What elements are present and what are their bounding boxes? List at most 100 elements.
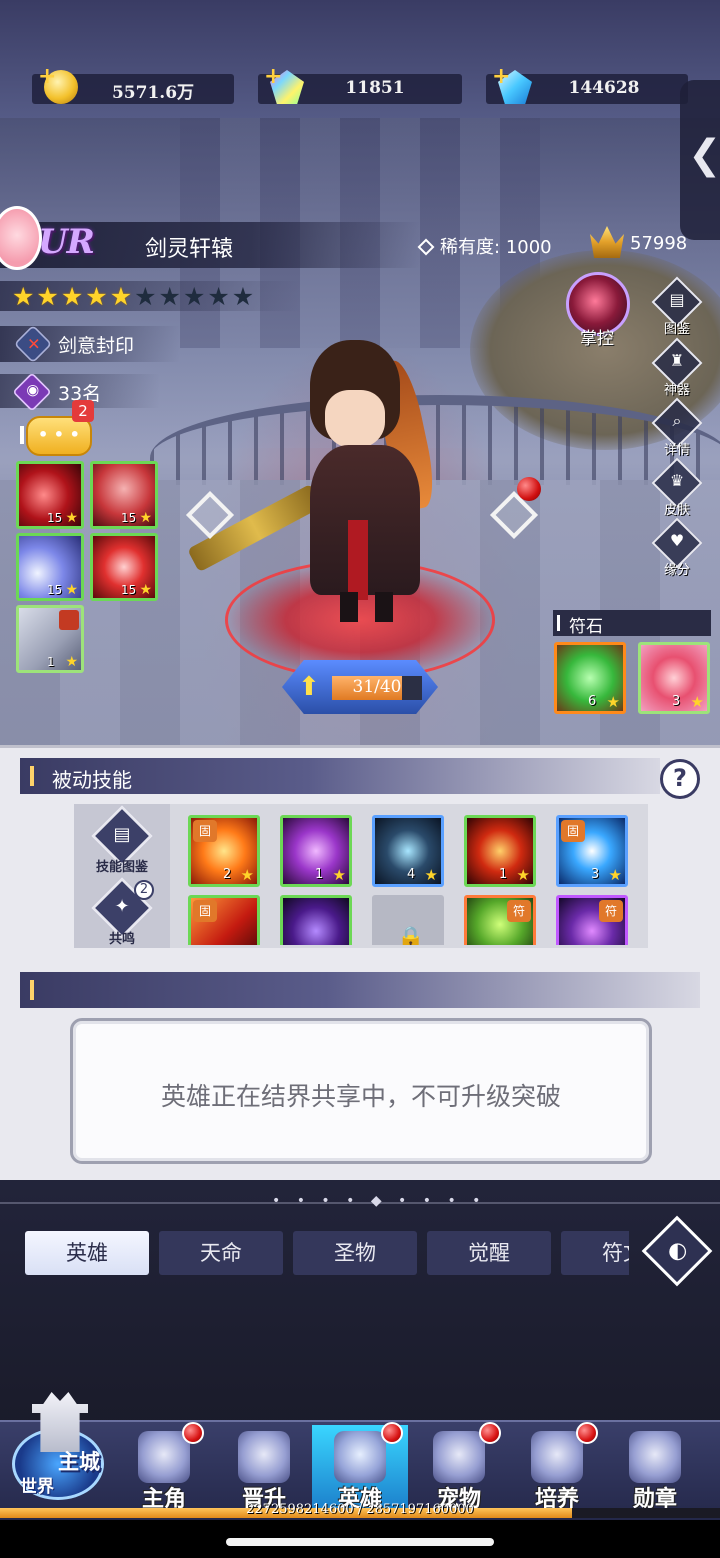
- level-up-arrow-icon: ⬆: [298, 672, 320, 702]
- star-icon: ★: [608, 866, 622, 884]
- artifact-button[interactable]: ♜ 神器: [651, 337, 703, 398]
- active-skill-3[interactable]: 15 ★: [16, 533, 84, 601]
- tab-awaken[interactable]: 觉醒: [427, 1231, 551, 1275]
- star-filled-icon: ★: [109, 282, 133, 311]
- rune-tag: 符: [507, 900, 531, 922]
- helmet-icon: [334, 1431, 386, 1483]
- side-panel-toggle[interactable]: ❮: [680, 80, 720, 240]
- tab-rune-clip: 符文: [561, 1231, 629, 1275]
- skin-button[interactable]: ♛ 皮肤: [651, 457, 703, 518]
- hero-grade: UR: [38, 222, 95, 262]
- active-skill-5[interactable]: 1 ★: [16, 605, 84, 673]
- pet-icon: [433, 1431, 485, 1483]
- rarity-label: 稀有度:: [440, 237, 501, 258]
- skill-level: 1: [47, 655, 55, 669]
- star-empty-icon: ★: [231, 282, 255, 311]
- passive-skill-5[interactable]: 固 3 ★: [556, 815, 628, 887]
- pet-alert-dot: [479, 1422, 501, 1444]
- protagonist-alert-dot: [182, 1422, 204, 1444]
- passive-skill-header: 被动技能: [20, 758, 660, 794]
- tab-hero[interactable]: 英雄: [25, 1231, 149, 1275]
- star-icon: ★: [690, 693, 704, 711]
- home-label: 主城: [58, 1450, 100, 1474]
- medal-icon: [629, 1431, 681, 1483]
- chat-bubble-button[interactable]: [26, 416, 92, 456]
- passive-skill-locked[interactable]: [372, 895, 444, 945]
- gold-value: 5571.6万: [111, 83, 195, 103]
- tab-destiny[interactable]: 天命: [159, 1231, 283, 1275]
- active-skill-2[interactable]: 15 ★: [90, 461, 158, 529]
- star-empty-icon: ★: [182, 282, 206, 311]
- hero-stars: ★ ★ ★ ★ ★ ★ ★ ★ ★ ★: [12, 284, 254, 310]
- passive-skill-9[interactable]: 符: [556, 895, 628, 945]
- passive-skill-6[interactable]: 固: [188, 895, 260, 945]
- cultivate-icon: [531, 1431, 583, 1483]
- passive-skill-1[interactable]: 固 2 ★: [188, 815, 260, 887]
- help-button[interactable]: ?: [660, 759, 700, 799]
- decorative-dots: • • • • ◆ • • • •: [272, 1193, 487, 1209]
- star-filled-icon: ★: [85, 282, 108, 311]
- section-marker: [20, 426, 24, 444]
- star-icon: ★: [65, 654, 78, 670]
- rarity: 稀有度: 1000: [417, 233, 552, 259]
- resonance-badge: 2: [134, 880, 154, 900]
- passive-skill-3[interactable]: 4 ★: [372, 815, 444, 887]
- passive-skill-4[interactable]: 1 ★: [464, 815, 536, 887]
- fixed-tag: 固: [193, 820, 217, 842]
- rainbow-diamond-value: 11851: [345, 78, 405, 98]
- cultivate-alert-dot: [576, 1422, 598, 1444]
- star-icon: ★: [65, 510, 78, 526]
- star-empty-icon: ★: [158, 282, 181, 311]
- hero-leg-right: [375, 592, 393, 622]
- rune-tag: 符: [599, 900, 623, 922]
- tab-relic[interactable]: 圣物: [293, 1231, 417, 1275]
- passive-skill-2[interactable]: 1 ★: [280, 815, 352, 887]
- codex-button[interactable]: ▤ 图鉴: [651, 276, 703, 337]
- hero-name: 剑灵轩辕: [145, 237, 234, 262]
- home-indicator[interactable]: [226, 1538, 494, 1546]
- hero-face: [325, 390, 385, 448]
- skill-count: 1: [499, 867, 508, 882]
- skill-level: 15: [121, 511, 137, 525]
- skin-label: 皮肤: [663, 503, 690, 518]
- skill-codex-button[interactable]: ▤ 技能图鉴: [90, 804, 154, 875]
- breakthrough-header: [20, 972, 700, 1008]
- passive-skill-8[interactable]: 符: [464, 895, 536, 945]
- star-filled-icon: ★: [12, 282, 35, 311]
- bond-button[interactable]: ♥ 缘分: [651, 517, 703, 578]
- notice-text: 英雄正在结界共享中，不可升级突破: [160, 1082, 561, 1111]
- tab-rune[interactable]: 符文: [561, 1231, 629, 1275]
- rune-slot-2[interactable]: 3 ★: [638, 642, 710, 714]
- gold-counter[interactable]: + 5571.6万: [32, 64, 234, 104]
- star-empty-icon: ★: [207, 282, 230, 311]
- rune-count: 6: [588, 694, 597, 709]
- active-skill-1[interactable]: 15 ★: [16, 461, 84, 529]
- blue-diamond-counter[interactable]: + 144628: [486, 64, 688, 104]
- star-icon: ★: [240, 866, 254, 884]
- skill-level: 15: [47, 583, 63, 597]
- star-icon: ★: [606, 693, 620, 711]
- rarity-value: 1000: [505, 237, 552, 258]
- skill-count: 2: [223, 867, 232, 882]
- star-icon: ★: [139, 510, 152, 526]
- home-city-button[interactable]: 主城 世界: [8, 1392, 108, 1502]
- hero-figure[interactable]: [290, 330, 441, 630]
- account-exp-bar: 2272598214600 / 2857197160000: [0, 1502, 720, 1518]
- hero-sash: [348, 520, 368, 600]
- diamond-outline-icon: [417, 238, 435, 256]
- skill-count: 1: [315, 867, 324, 882]
- fixed-tag: 固: [193, 900, 217, 922]
- seal-text[interactable]: 剑意封印: [58, 331, 134, 358]
- details-label: 详情: [663, 443, 690, 458]
- passive-skill-7[interactable]: [280, 895, 352, 945]
- rune-slot-1[interactable]: 6 ★: [554, 642, 626, 714]
- hero-level-up-button[interactable]: ⬆ 31/40: [282, 660, 438, 714]
- rainbow-diamond-counter[interactable]: + 11851: [258, 64, 462, 104]
- account-exp-text: 2272598214600 / 2857197160000: [246, 1502, 474, 1517]
- fixed-tag: 固: [561, 820, 585, 842]
- lock-badge-icon: [59, 610, 79, 630]
- star-icon: ★: [65, 582, 78, 598]
- active-skill-4[interactable]: 15 ★: [90, 533, 158, 601]
- rune-count: 3: [672, 694, 681, 709]
- details-button[interactable]: ⌕ 详情: [651, 397, 703, 458]
